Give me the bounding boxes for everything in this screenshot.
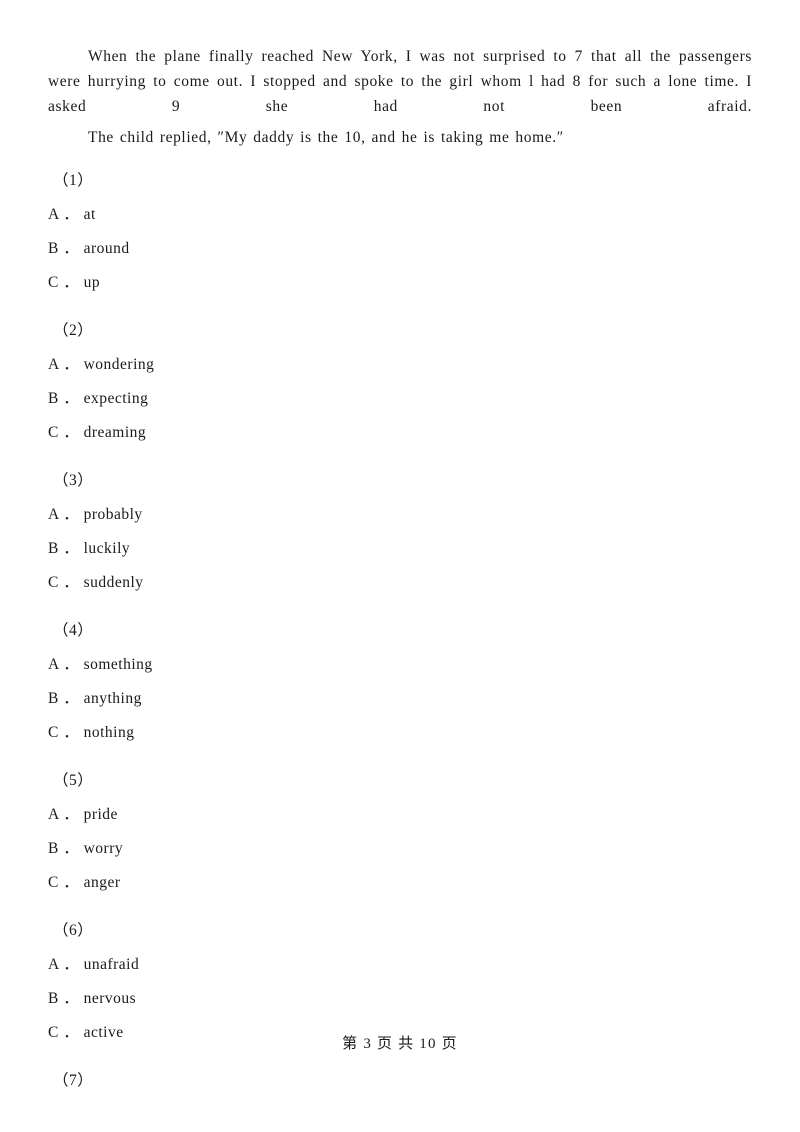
option-b[interactable]: B ． around: [48, 232, 752, 266]
option-b[interactable]: B ． worry: [48, 832, 752, 866]
option-a[interactable]: A ． probably: [48, 498, 752, 532]
question-block-6: （6） A ． unafraid B ． nervous C ． active: [48, 914, 752, 1050]
question-block-3: （3） A ． probably B ． luckily C ． suddenl…: [48, 464, 752, 600]
option-c[interactable]: C ． suddenly: [48, 566, 752, 600]
option-b[interactable]: B ． anything: [48, 682, 752, 716]
paragraph-2: The child replied, ″My daddy is the 10, …: [88, 129, 564, 146]
question-block-4: （4） A ． something B ． anything C ． nothi…: [48, 614, 752, 750]
question-number: （5）: [53, 772, 94, 789]
question-block-5: （5） A ． pride B ． worry C ． anger: [48, 764, 752, 900]
option-c[interactable]: C ． nothing: [48, 716, 752, 750]
question-number: （2）: [53, 322, 94, 339]
option-c[interactable]: C ． up: [48, 266, 752, 300]
page-footer: 第 3 页 共 10 页: [0, 1032, 800, 1053]
option-a[interactable]: A ． wondering: [48, 348, 752, 382]
option-c[interactable]: C ． dreaming: [48, 416, 752, 450]
question-block-1: （1） A ． at B ． around C ． up: [48, 164, 752, 300]
question-block-2: （2） A ． wondering B ． expecting C ． drea…: [48, 314, 752, 450]
document-body: When the plane finally reached New York,…: [48, 44, 752, 1098]
question-number: （4）: [53, 622, 94, 639]
option-a[interactable]: A ． pride: [48, 798, 752, 832]
option-b[interactable]: B ． expecting: [48, 382, 752, 416]
option-c[interactable]: C ． anger: [48, 866, 752, 900]
paragraph-1: When the plane finally reached New York,…: [48, 48, 752, 115]
option-b[interactable]: B ． luckily: [48, 532, 752, 566]
document-page: When the plane finally reached New York,…: [0, 0, 800, 1132]
question-number: （7）: [53, 1072, 94, 1089]
question-number: （6）: [53, 922, 94, 939]
question-block-7: （7）: [48, 1064, 752, 1098]
option-a[interactable]: A ． at: [48, 198, 752, 232]
option-b[interactable]: B ． nervous: [48, 982, 752, 1016]
option-a[interactable]: A ． unafraid: [48, 948, 752, 982]
question-number: （1）: [53, 172, 94, 189]
option-a[interactable]: A ． something: [48, 648, 752, 682]
question-number: （3）: [53, 472, 94, 489]
page-number-text: 第 3 页 共 10 页: [342, 1036, 458, 1052]
